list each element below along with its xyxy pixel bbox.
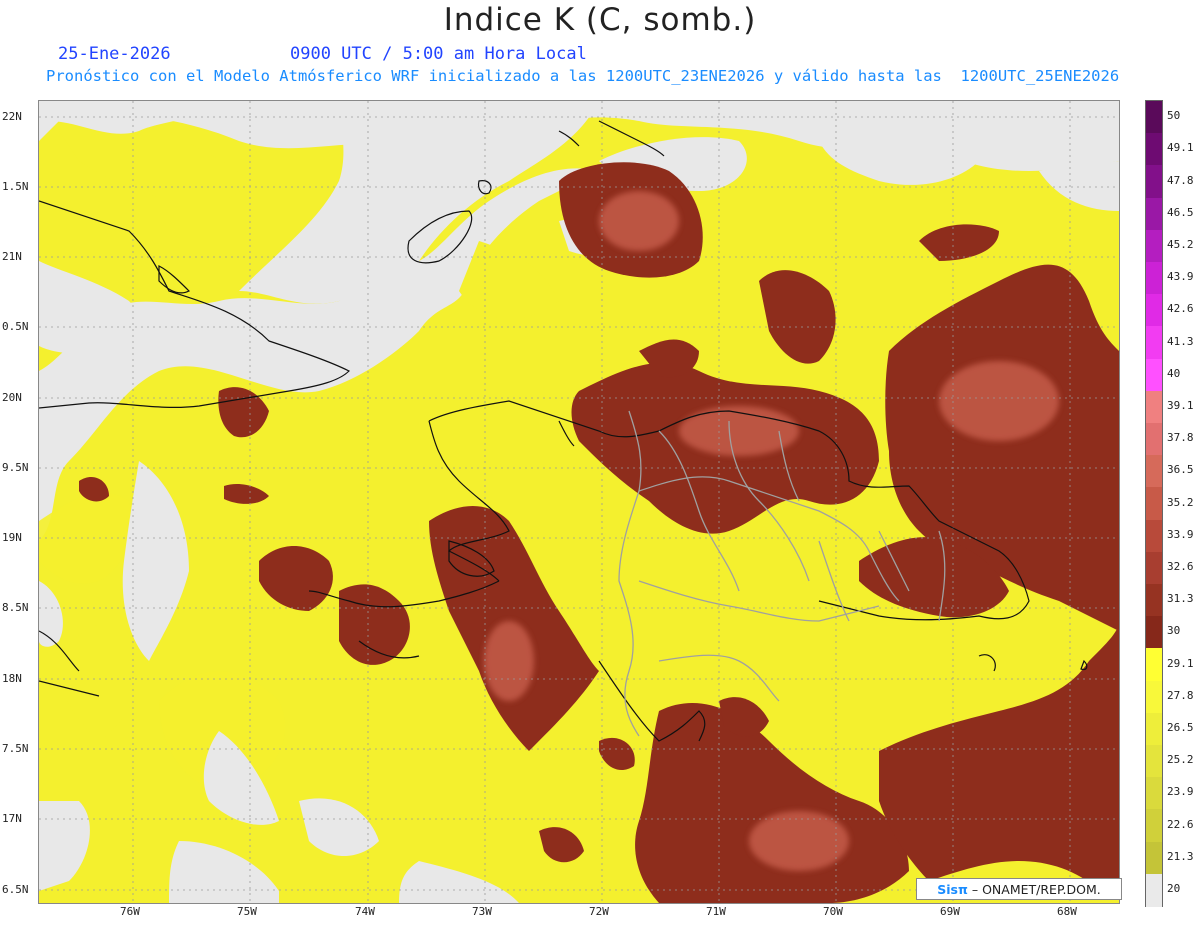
- lat-tick: 17N: [2, 812, 22, 825]
- colorbar-swatch: [1146, 712, 1162, 746]
- colorbar-swatch: [1146, 616, 1162, 650]
- colorbar-label: 22.6: [1167, 817, 1194, 831]
- colorbar-label: 21.3: [1167, 849, 1194, 863]
- colorbar-swatch: [1146, 841, 1162, 875]
- colorbar-label: 25.2: [1167, 753, 1194, 767]
- colorbar-label: 49.1: [1167, 141, 1194, 155]
- lat-tick: 6.5N: [2, 883, 29, 896]
- colorbar-label: 43.9: [1167, 270, 1194, 284]
- colorbar-label: 36.5: [1167, 463, 1194, 477]
- lon-tick: 70W: [823, 905, 843, 918]
- colorbar-swatch: [1146, 390, 1162, 424]
- colorbar-swatch: [1146, 648, 1162, 682]
- colorbar-label: 30: [1167, 624, 1181, 638]
- lat-tick: 21N: [2, 250, 22, 263]
- lat-tick: 9.5N: [2, 461, 29, 474]
- colorbar: [1145, 100, 1163, 907]
- colorbar-swatch: [1146, 584, 1162, 617]
- valid-time: 0900 UTC / 5:00 am Hora Local: [290, 44, 587, 64]
- colorbar-label: 20: [1167, 881, 1181, 895]
- colorbar-label: 40: [1167, 366, 1181, 380]
- lat-tick: 8.5N: [2, 601, 29, 614]
- colorbar-label: 29.1: [1167, 656, 1194, 670]
- lon-tick: 71W: [706, 905, 726, 918]
- colorbar-label: 45.2: [1167, 237, 1194, 251]
- lon-tick: 73W: [472, 905, 492, 918]
- lat-tick: 1.5N: [2, 180, 29, 193]
- colorbar-label: 42.6: [1167, 302, 1194, 316]
- colorbar-label: 37.8: [1167, 431, 1194, 445]
- lon-tick: 69W: [940, 905, 960, 918]
- lon-tick: 72W: [589, 905, 609, 918]
- colorbar-label: 33.9: [1167, 527, 1194, 541]
- colorbar-label: 46.5: [1167, 205, 1194, 219]
- colorbar-swatch: [1146, 519, 1162, 553]
- colorbar-swatch: [1146, 133, 1162, 167]
- colorbar-swatch: [1146, 680, 1162, 714]
- source-org: – ONAMET/REP.DOM.: [971, 881, 1101, 897]
- lon-tick: 74W: [355, 905, 375, 918]
- colorbar-label: 50: [1167, 109, 1181, 123]
- colorbar-swatch: [1146, 873, 1162, 907]
- chart-title: Indice K (C, somb.): [443, 2, 757, 38]
- colorbar-swatch: [1146, 551, 1162, 585]
- lat-tick: 7.5N: [2, 742, 29, 755]
- source-badge: Sisπ – ONAMET/REP.DOM.: [916, 878, 1122, 900]
- lat-tick: 22N: [2, 110, 22, 123]
- colorbar-swatch: [1146, 809, 1162, 843]
- colorbar-swatch: [1146, 101, 1162, 134]
- colorbar-swatch: [1146, 487, 1162, 521]
- lon-tick: 68W: [1057, 905, 1077, 918]
- forecast-date: 25-Ene-2026: [58, 44, 171, 64]
- colorbar-swatch: [1146, 262, 1162, 295]
- colorbar-swatch: [1146, 358, 1162, 392]
- colorbar-label: 39.1: [1167, 398, 1194, 412]
- map-panel: [38, 100, 1120, 904]
- colorbar-label: 23.9: [1167, 785, 1194, 799]
- lon-tick: 76W: [120, 905, 140, 918]
- lon-tick: 75W: [237, 905, 257, 918]
- colorbar-label: 26.5: [1167, 720, 1194, 734]
- colorbar-swatch: [1146, 326, 1162, 360]
- colorbar-swatch: [1146, 165, 1162, 199]
- forecast-description: Pronóstico con el Modelo Atmósferico WRF…: [46, 67, 1120, 85]
- colorbar-label: 32.6: [1167, 559, 1194, 573]
- colorbar-label: 41.3: [1167, 334, 1194, 348]
- k-index-field: [39, 101, 1119, 903]
- colorbar-label: 27.8: [1167, 688, 1194, 702]
- lat-tick: 19N: [2, 531, 22, 544]
- colorbar-label: 35.2: [1167, 495, 1194, 509]
- colorbar-label: 31.3: [1167, 592, 1194, 606]
- lat-tick: 0.5N: [2, 320, 29, 333]
- lat-tick: 18N: [2, 672, 22, 685]
- colorbar-swatch: [1146, 423, 1162, 456]
- colorbar-swatch: [1146, 294, 1162, 328]
- colorbar-swatch: [1146, 229, 1162, 263]
- lat-tick: 20N: [2, 391, 22, 404]
- colorbar-swatch: [1146, 777, 1162, 811]
- colorbar-swatch: [1146, 455, 1162, 489]
- colorbar-swatch: [1146, 197, 1162, 231]
- colorbar-label: 47.8: [1167, 173, 1194, 187]
- colorbar-swatch: [1146, 745, 1162, 778]
- sispi-logo: Sisπ: [937, 881, 968, 897]
